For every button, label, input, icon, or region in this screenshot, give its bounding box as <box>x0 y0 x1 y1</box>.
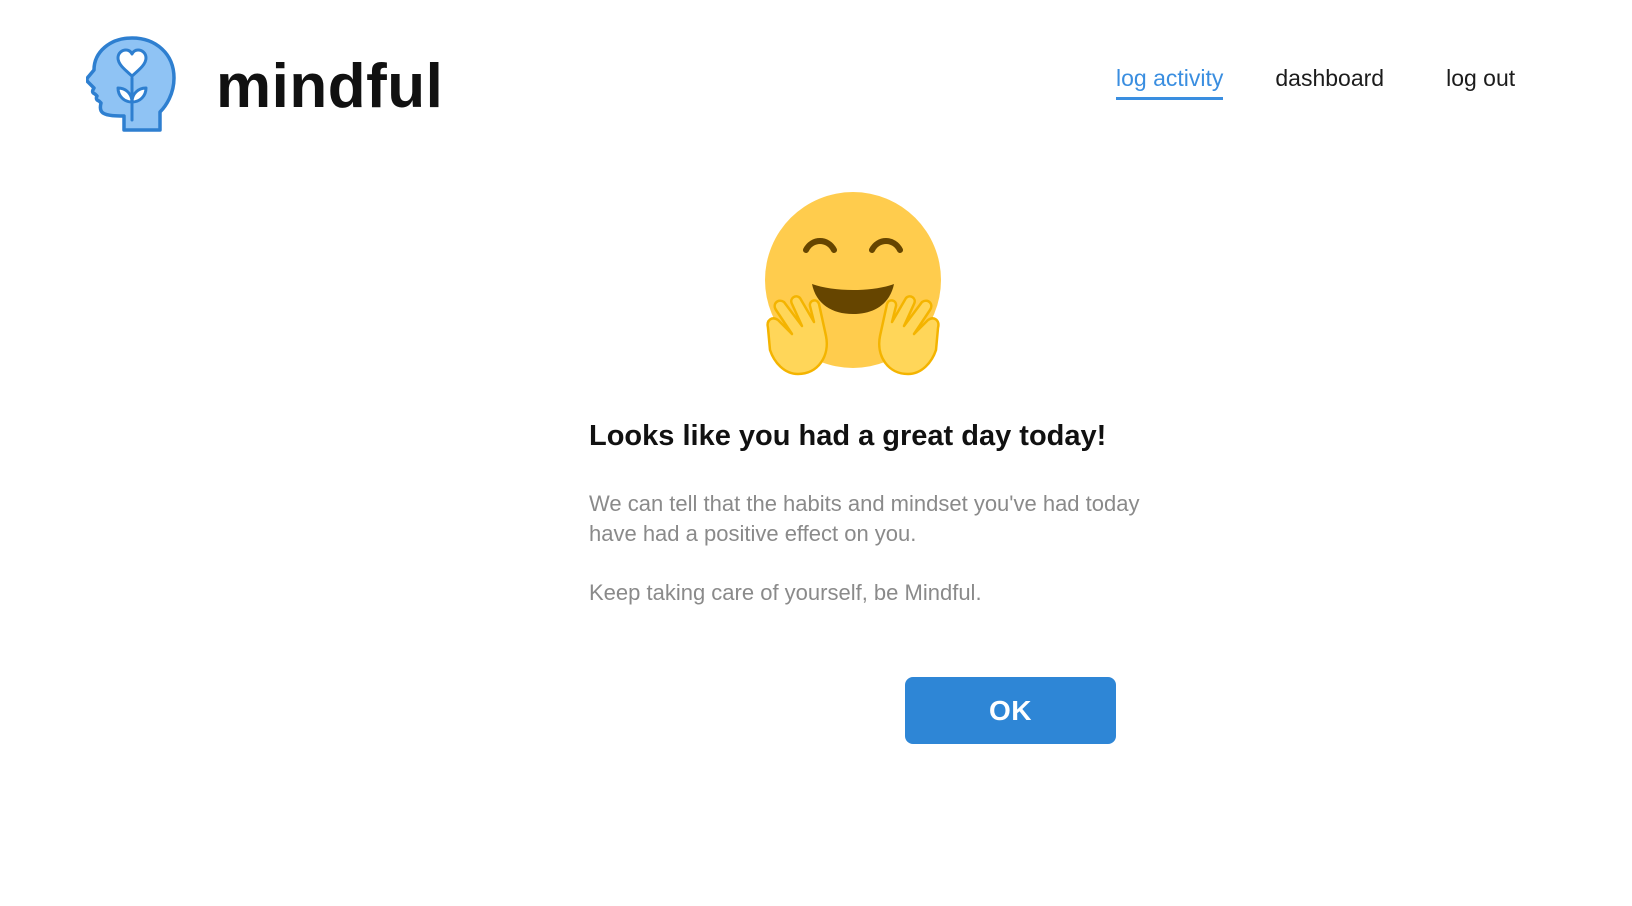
brand-name: mindful <box>216 52 444 121</box>
result-heading: Looks like you had a great day today! <box>589 420 1107 452</box>
ok-button[interactable]: OK <box>905 677 1116 744</box>
hugging-face-emoji-icon <box>765 192 941 376</box>
result-message: We can tell that the habits and mindset … <box>589 491 1140 546</box>
logo[interactable]: mindful <box>86 36 443 134</box>
page: mindful log activity dashboard log out L… <box>0 0 1632 906</box>
nav-dashboard[interactable]: dashboard <box>1275 65 1384 100</box>
nav-log-out[interactable]: log out <box>1446 65 1515 100</box>
top-nav: log activity dashboard log out <box>1116 65 1515 101</box>
closing-message: Keep taking care of yourself, be Mindful… <box>589 580 982 605</box>
head-with-heart-plant-icon <box>86 36 176 132</box>
nav-log-activity[interactable]: log activity <box>1116 65 1224 101</box>
